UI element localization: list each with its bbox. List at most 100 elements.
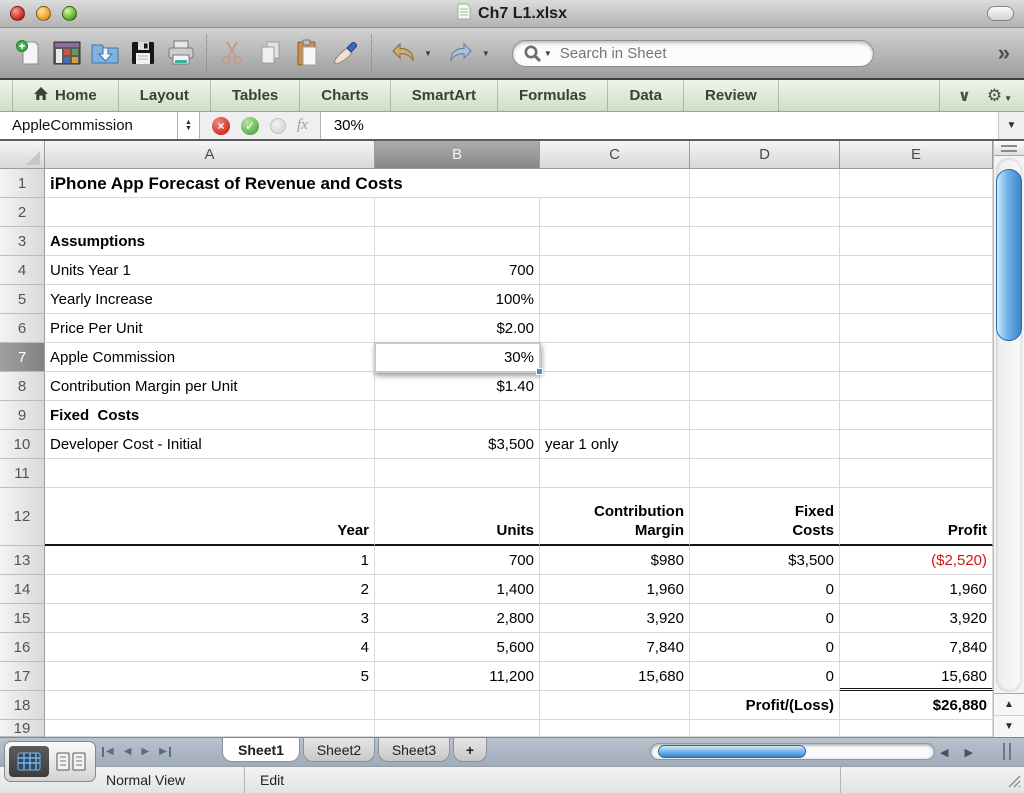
cell-C5[interactable] (540, 285, 690, 314)
tab-data[interactable]: Data (608, 80, 684, 111)
new-document-icon[interactable] (10, 35, 48, 71)
cell-B9[interactable] (375, 401, 540, 430)
cell-E3[interactable] (840, 227, 993, 256)
undo-dropdown-arrow[interactable]: ▼ (424, 49, 432, 58)
cell-E19[interactable] (840, 720, 993, 737)
row-header-5[interactable]: 5 (0, 285, 45, 314)
row-header-3[interactable]: 3 (0, 227, 45, 256)
column-header-e[interactable]: E (840, 141, 993, 169)
cell-B8[interactable]: $1.40 (375, 372, 540, 401)
cell-C16[interactable]: 7,840 (540, 633, 690, 662)
cell-A16[interactable]: 4 (45, 633, 375, 662)
cell-C9[interactable] (540, 401, 690, 430)
row-header-8[interactable]: 8 (0, 372, 45, 401)
cell-C1[interactable] (540, 169, 690, 198)
scroll-up-icon[interactable]: ▲ (994, 694, 1024, 715)
cell-B15[interactable]: 2,800 (375, 604, 540, 633)
cell-E16[interactable]: 7,840 (840, 633, 993, 662)
cell-E10[interactable] (840, 430, 993, 459)
cell-D8[interactable] (690, 372, 840, 401)
formula-bar-dropdown-icon[interactable]: ▼ (998, 112, 1024, 139)
row-header-13[interactable]: 13 (0, 546, 45, 575)
cell-A11[interactable] (45, 459, 375, 488)
formula-input[interactable]: 30% (319, 112, 998, 139)
print-icon[interactable] (162, 35, 200, 71)
cell-A2[interactable] (45, 198, 375, 227)
cut-icon[interactable] (213, 35, 251, 71)
sheet-tab-sheet1[interactable]: Sheet1 (222, 738, 300, 762)
cell-D4[interactable] (690, 256, 840, 285)
tab-formulas[interactable]: Formulas (498, 80, 609, 111)
cell-D9[interactable] (690, 401, 840, 430)
cell-D14[interactable]: 0 (690, 575, 840, 604)
copy-icon[interactable] (251, 35, 289, 71)
page-layout-view-button[interactable] (52, 746, 92, 777)
redo-icon[interactable] (442, 35, 480, 71)
cell-D6[interactable] (690, 314, 840, 343)
cell-B11[interactable] (375, 459, 540, 488)
cell-B14[interactable]: 1,400 (375, 575, 540, 604)
last-sheet-icon[interactable]: ▶ (159, 746, 171, 758)
normal-view-button[interactable] (9, 746, 49, 777)
column-header-b[interactable]: B (375, 141, 540, 169)
column-header-d[interactable]: D (690, 141, 840, 169)
save-icon[interactable] (124, 35, 162, 71)
row-header-6[interactable]: 6 (0, 314, 45, 343)
first-sheet-icon[interactable]: ◀ (102, 746, 114, 758)
cell-D1[interactable] (690, 169, 840, 198)
insert-function-icon[interactable]: fx (297, 117, 308, 134)
row-header-15[interactable]: 15 (0, 604, 45, 633)
cell-A1[interactable]: iPhone App Forecast of Revenue and Costs (45, 169, 403, 198)
scroll-right-icon[interactable]: ▶ (964, 746, 972, 759)
tab-charts[interactable]: Charts (300, 80, 391, 111)
cell-A15[interactable]: 3 (45, 604, 375, 633)
cell-C12[interactable]: Contribution Margin (540, 488, 690, 546)
cell-D5[interactable] (690, 285, 840, 314)
sheet-tab-sheet2[interactable]: Sheet2 (303, 738, 375, 762)
cell-E15[interactable]: 3,920 (840, 604, 993, 633)
row-header-9[interactable]: 9 (0, 401, 45, 430)
cell-B16[interactable]: 5,600 (375, 633, 540, 662)
row-header-19[interactable]: 19 (0, 720, 45, 737)
cell-B18[interactable] (375, 691, 540, 720)
cell-A19[interactable] (45, 720, 375, 737)
cell-E12[interactable]: Profit (840, 488, 993, 546)
toolbar-overflow-chevron[interactable]: » (998, 40, 1014, 66)
cell-E7[interactable] (840, 343, 993, 372)
row-header-14[interactable]: 14 (0, 575, 45, 604)
open-icon[interactable] (86, 35, 124, 71)
cell-C6[interactable] (540, 314, 690, 343)
cell-B4[interactable]: 700 (375, 256, 540, 285)
row-header-16[interactable]: 16 (0, 633, 45, 662)
tab-review[interactable]: Review (684, 80, 779, 111)
cell-B17[interactable]: 11,200 (375, 662, 540, 691)
cell-E5[interactable] (840, 285, 993, 314)
cell-B13[interactable]: 700 (375, 546, 540, 575)
cell-E6[interactable] (840, 314, 993, 343)
row-header-10[interactable]: 10 (0, 430, 45, 459)
column-header-c[interactable]: C (540, 141, 690, 169)
scroll-down-icon[interactable]: ▼ (994, 715, 1024, 737)
cell-E11[interactable] (840, 459, 993, 488)
cell-B3[interactable] (375, 227, 540, 256)
tab-tables[interactable]: Tables (211, 80, 301, 111)
format-painter-icon[interactable] (327, 35, 365, 71)
cell-A7[interactable]: Apple Commission (45, 343, 375, 372)
search-input[interactable] (559, 44, 863, 62)
row-header-7[interactable]: 7 (0, 343, 45, 372)
cell-B6[interactable]: $2.00 (375, 314, 540, 343)
vertical-scroll-track[interactable] (996, 158, 1022, 692)
cell-E9[interactable] (840, 401, 993, 430)
horizontal-split-handle[interactable] (1003, 743, 1011, 760)
sheet-tab-sheet3[interactable]: Sheet3 (378, 738, 450, 762)
cell-D2[interactable] (690, 198, 840, 227)
cell-D12[interactable]: Fixed Costs (690, 488, 840, 546)
template-gallery-icon[interactable] (48, 35, 86, 71)
cell-A12[interactable]: Year (45, 488, 375, 546)
cell-C11[interactable] (540, 459, 690, 488)
search-scope-arrow[interactable]: ▼ (544, 49, 552, 58)
cell-C2[interactable] (540, 198, 690, 227)
cell-C10[interactable]: year 1 only (540, 430, 690, 459)
horizontal-scroll-track[interactable] (650, 743, 935, 760)
cell-C15[interactable]: 3,920 (540, 604, 690, 633)
